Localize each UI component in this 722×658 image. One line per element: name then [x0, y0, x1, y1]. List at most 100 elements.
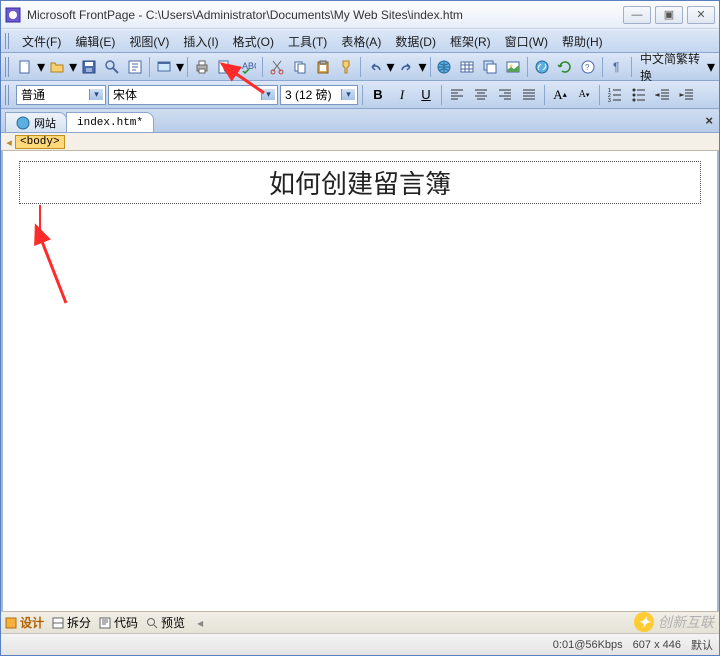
undo-dropdown[interactable]: ▾ — [387, 57, 395, 77]
maximize-button[interactable]: ▣ — [655, 6, 683, 24]
menu-help[interactable]: 帮助(H) — [555, 33, 610, 50]
formatting-toolbar: 普通▾ 宋体▾ 3 (12 磅)▾ B I U A▴ A▾ 123 — [1, 81, 719, 109]
format-grip[interactable] — [5, 85, 11, 105]
publish-button[interactable] — [124, 56, 146, 78]
toolbar-separator — [360, 57, 361, 77]
breadcrumb-back-icon[interactable]: ◂ — [3, 136, 15, 148]
preview-button[interactable] — [214, 56, 236, 78]
refresh-button[interactable] — [554, 56, 576, 78]
size-combo[interactable]: 3 (12 磅)▾ — [280, 85, 358, 105]
font-combo[interactable]: 宋体▾ — [108, 85, 278, 105]
align-left-button[interactable] — [446, 84, 468, 106]
view-code[interactable]: 代码 — [99, 614, 138, 631]
tab-website[interactable]: 网站 — [5, 112, 67, 132]
copy-button[interactable] — [289, 56, 311, 78]
view-preview-label: 预览 — [161, 614, 185, 631]
menubar: 文件(F) 编辑(E) 视图(V) 插入(I) 格式(O) 工具(T) 表格(A… — [1, 29, 719, 53]
window-controls: — ▣ ✕ — [623, 6, 715, 24]
body-tag[interactable]: <body> — [15, 135, 65, 149]
view-scroll-left[interactable]: ◂ — [197, 616, 203, 630]
increase-indent-button[interactable] — [676, 84, 698, 106]
menu-frame[interactable]: 框架(R) — [443, 33, 498, 50]
svg-text:3: 3 — [608, 98, 611, 103]
stop-button[interactable]: ? — [577, 56, 599, 78]
tag-breadcrumb: ◂ <body> — [1, 133, 719, 151]
toolbar-grip[interactable] — [5, 57, 10, 77]
menu-insert[interactable]: 插入(I) — [176, 33, 225, 50]
cn-convert-dropdown[interactable]: ▾ — [707, 57, 715, 77]
save-button[interactable] — [78, 56, 100, 78]
preview-browser-button[interactable] — [153, 56, 175, 78]
web-component-button[interactable] — [433, 56, 455, 78]
underline-button[interactable]: U — [415, 84, 437, 106]
increase-font-button[interactable]: A▴ — [549, 84, 571, 106]
editor-canvas[interactable]: 如何创建留言簿 — [1, 151, 719, 611]
menubar-grip[interactable] — [5, 33, 11, 49]
numbered-list-button[interactable]: 123 — [604, 84, 626, 106]
view-preview[interactable]: 预览 — [146, 614, 185, 631]
font-dropdown-icon[interactable]: ▾ — [261, 89, 275, 100]
paste-button[interactable] — [312, 56, 334, 78]
view-design[interactable]: 设计 — [5, 614, 44, 631]
menu-tools[interactable]: 工具(T) — [281, 33, 334, 50]
page-heading[interactable]: 如何创建留言簿 — [19, 161, 701, 204]
format-separator — [544, 85, 545, 105]
cn-convert-button[interactable]: 中文简繁转换 — [635, 56, 706, 78]
titlebar: Microsoft FrontPage - C:\Users\Administr… — [1, 1, 719, 29]
menu-data[interactable]: 数据(D) — [388, 33, 443, 50]
align-justify-button[interactable] — [518, 84, 540, 106]
decrease-font-button[interactable]: A▾ — [573, 84, 595, 106]
undo-button[interactable] — [364, 56, 386, 78]
view-split[interactable]: 拆分 — [52, 614, 91, 631]
status-size: 607 x 446 — [633, 639, 681, 651]
split-icon — [52, 617, 64, 629]
size-dropdown-icon[interactable]: ▾ — [341, 89, 355, 100]
insert-layer-button[interactable] — [479, 56, 501, 78]
annotation-cursor-mark — [39, 205, 41, 235]
tab-index[interactable]: index.htm* — [66, 112, 154, 132]
menu-window[interactable]: 窗口(W) — [498, 33, 555, 50]
search-button[interactable] — [101, 56, 123, 78]
menu-format[interactable]: 格式(O) — [226, 33, 281, 50]
new-button[interactable] — [14, 56, 36, 78]
toolbar-separator — [527, 57, 528, 77]
new-dropdown[interactable]: ▾ — [37, 57, 45, 77]
align-center-button[interactable] — [470, 84, 492, 106]
menu-edit[interactable]: 编辑(E) — [68, 33, 122, 50]
preview-dropdown[interactable]: ▾ — [176, 57, 184, 77]
status-speed: 0:01@56Kbps — [553, 639, 623, 651]
close-button[interactable]: ✕ — [687, 6, 715, 24]
document-tabs: 网站 index.htm* × — [1, 109, 719, 133]
show-all-button[interactable]: ¶ — [606, 56, 628, 78]
italic-button[interactable]: I — [391, 84, 413, 106]
print-button[interactable] — [191, 56, 213, 78]
style-dropdown-icon[interactable]: ▾ — [89, 89, 103, 100]
menu-file[interactable]: 文件(F) — [15, 33, 68, 50]
decrease-indent-button[interactable] — [652, 84, 674, 106]
format-separator — [599, 85, 600, 105]
cut-button[interactable] — [266, 56, 288, 78]
insert-picture-button[interactable] — [502, 56, 524, 78]
insert-table-button[interactable] — [456, 56, 478, 78]
toolbar-separator — [430, 57, 431, 77]
design-icon — [5, 617, 17, 629]
menu-table[interactable]: 表格(A) — [334, 33, 388, 50]
align-right-button[interactable] — [494, 84, 516, 106]
view-code-label: 代码 — [114, 614, 138, 631]
tab-close-button[interactable]: × — [705, 113, 713, 128]
view-design-label: 设计 — [20, 614, 44, 631]
format-painter-button[interactable] — [335, 56, 357, 78]
open-dropdown[interactable]: ▾ — [69, 57, 77, 77]
minimize-button[interactable]: — — [623, 6, 651, 24]
bullet-list-button[interactable] — [628, 84, 650, 106]
menu-view[interactable]: 视图(V) — [122, 33, 176, 50]
redo-dropdown[interactable]: ▾ — [419, 57, 427, 77]
spellcheck-button[interactable]: ABC — [237, 56, 259, 78]
view-mode-tabs: 设计 拆分 代码 预览 ◂ — [1, 611, 719, 633]
style-combo[interactable]: 普通▾ — [16, 85, 106, 105]
style-value: 普通 — [21, 86, 89, 103]
open-button[interactable] — [46, 56, 68, 78]
bold-button[interactable]: B — [367, 84, 389, 106]
hyperlink-button[interactable] — [531, 56, 553, 78]
redo-button[interactable] — [396, 56, 418, 78]
